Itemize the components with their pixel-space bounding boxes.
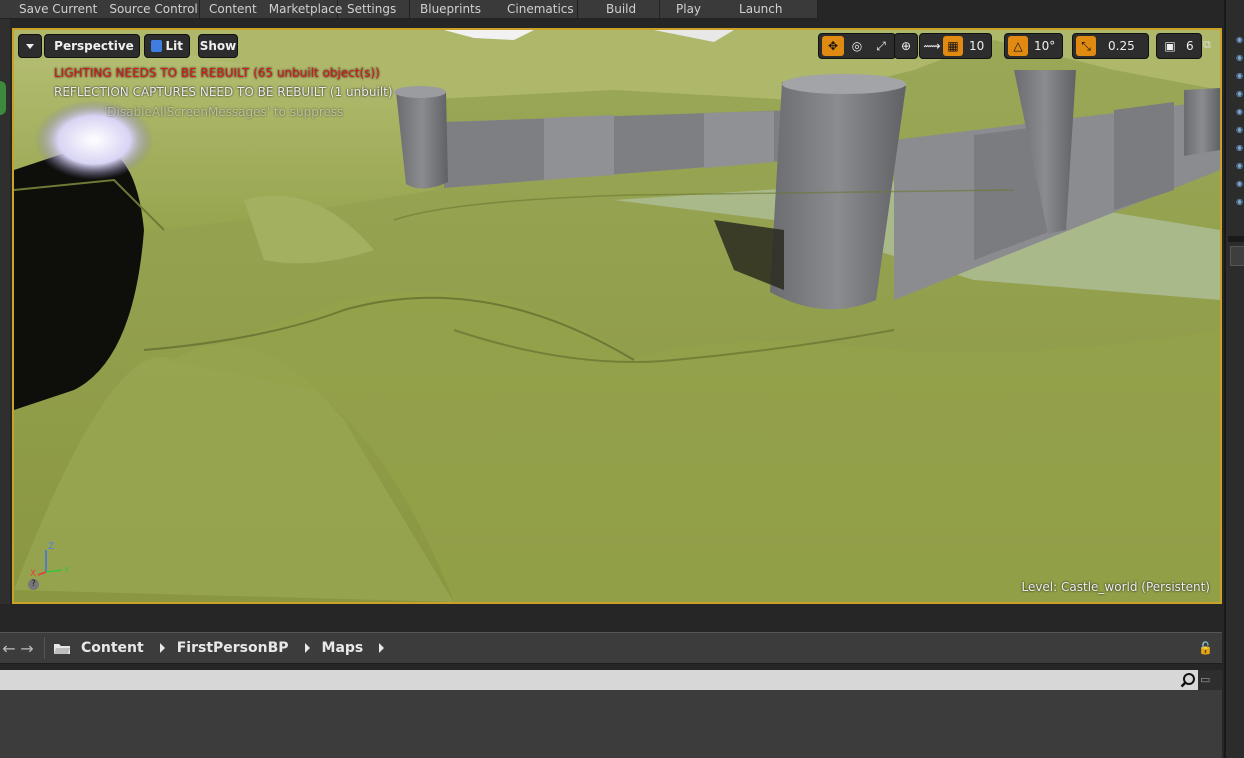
maximize-viewport-icon[interactable]: ⧉ <box>1203 39 1215 51</box>
scale-snap-icon[interactable]: ⤡ <box>1076 36 1096 56</box>
asset-search-row: ▭ <box>0 670 1222 690</box>
breadcrumb-item[interactable]: FirstPersonBP <box>177 640 289 656</box>
breadcrumb-item[interactable]: Content <box>81 640 144 656</box>
marketplace-button[interactable]: Marketplace <box>263 1 349 17</box>
build-button[interactable]: Build <box>600 1 642 17</box>
folder-icon <box>54 643 70 654</box>
settings-button[interactable]: Settings <box>341 1 402 17</box>
main-toolbar: Save Current Source Control Content Mark… <box>0 0 818 19</box>
toolbar-group-bp: Blueprints Cinematics <box>410 0 578 18</box>
visibility-eye-icon[interactable]: ◉ <box>1236 162 1244 170</box>
details-scrollbar[interactable] <box>1230 246 1244 266</box>
toolbar-group-content: Content Marketplace <box>200 0 342 18</box>
world-outliner-edge: ◉ ◉ ◉ ◉ ◉ ◉ ◉ ◉ ◉ ◉ <box>1224 0 1244 758</box>
launch-button[interactable]: Launch <box>733 1 788 17</box>
play-button[interactable]: Play <box>670 1 707 17</box>
coordinate-system-toggle: ⊕ <box>894 33 918 59</box>
save-search-icon[interactable]: ▭ <box>1200 673 1214 687</box>
visibility-eye-icon[interactable]: ◉ <box>1236 36 1244 44</box>
grid-snap-value[interactable]: 10 <box>965 39 988 53</box>
visibility-eye-icon[interactable]: ◉ <box>1236 54 1244 62</box>
level-viewport[interactable]: Perspective Lit Show ✥ ◎ ⤢ ⊕ ⟿ ▦ 10 △ 10… <box>12 28 1222 604</box>
rotate-tool-icon[interactable]: ◎ <box>846 36 868 56</box>
unreal-editor-window: Save Current Source Control Content Mark… <box>0 0 1244 758</box>
grid-snap-icon[interactable]: ▦ <box>943 36 963 56</box>
blueprints-button[interactable]: Blueprints <box>414 1 487 17</box>
level-label: Level: Castle_world (Persistent) <box>1021 580 1210 594</box>
lighting-warning: LIGHTING NEEDS TO BE REBUILT (65 unbuilt… <box>54 66 380 80</box>
transform-tools: ✥ ◎ ⤢ <box>818 33 896 59</box>
content-browser-path-bar: ← → Content FirstPersonBP Maps 🔓 <box>0 632 1222 664</box>
axis-y-label: Y <box>63 566 70 576</box>
reflection-warning: REFLECTION CAPTURES NEED TO BE REBUILT (… <box>54 85 393 99</box>
toolbar-group-build: Build <box>578 0 660 18</box>
translate-tool-icon[interactable]: ✥ <box>822 36 844 56</box>
save-current-button[interactable]: Save Current <box>13 1 103 17</box>
axis-z-label: Z <box>48 542 54 552</box>
visibility-eye-icon[interactable]: ◉ <box>1236 180 1244 188</box>
visibility-eye-icon[interactable]: ◉ <box>1236 108 1244 116</box>
visibility-eye-icon[interactable]: ◉ <box>1236 126 1244 134</box>
lock-icon[interactable]: 🔓 <box>1198 641 1213 655</box>
breadcrumb-arrow-icon[interactable] <box>304 643 310 653</box>
left-panel-edge <box>0 19 10 605</box>
scale-tool-icon[interactable]: ⤢ <box>870 36 892 56</box>
show-label: Show <box>199 39 237 53</box>
asset-view[interactable] <box>0 690 1222 758</box>
breadcrumb-item[interactable]: Maps <box>322 640 364 656</box>
axis-x-label: X <box>30 569 36 579</box>
toolbar-group-file: Save Current Source Control <box>0 0 200 18</box>
axis-gizmo: Z X Y <box>30 542 70 579</box>
toolbar-group-play: Play Launch <box>660 0 818 18</box>
separator <box>44 637 45 659</box>
rotation-snap-group: △ 10° <box>1004 33 1064 59</box>
panel-splitter[interactable] <box>0 604 1224 632</box>
source-control-button[interactable]: Source Control <box>103 1 203 17</box>
breadcrumb-arrow-icon[interactable] <box>159 643 165 653</box>
camera-icon[interactable]: ▣ <box>1160 36 1180 56</box>
lighting-mode-label: Lit <box>165 39 184 53</box>
breadcrumb-arrow-icon[interactable] <box>379 643 385 653</box>
rotation-snap-icon[interactable]: △ <box>1008 36 1028 56</box>
viewport-options-button[interactable] <box>18 34 42 58</box>
help-icon[interactable]: ? <box>28 579 39 590</box>
back-arrow-icon[interactable]: ← <box>0 639 18 658</box>
modes-tab-indicator[interactable] <box>0 81 6 115</box>
rotation-snap-value[interactable]: 10° <box>1030 39 1059 53</box>
visibility-eye-icon[interactable]: ◉ <box>1236 198 1244 206</box>
scale-snap-group: ⤡ 0.25 <box>1072 33 1149 59</box>
suppress-hint: 'DisableAllScreenMessages' to suppress <box>104 105 344 119</box>
cinematics-button[interactable]: Cinematics <box>501 1 580 17</box>
surface-snap-icon[interactable]: ⟿ <box>923 36 941 56</box>
lit-cube-icon <box>151 40 162 52</box>
camera-speed-value[interactable]: 6 <box>1182 39 1198 53</box>
content-button[interactable]: Content <box>203 1 263 17</box>
scale-snap-value[interactable]: 0.25 <box>1098 39 1145 53</box>
perspective-icon <box>48 42 52 50</box>
visibility-eye-icon[interactable]: ◉ <box>1236 72 1244 80</box>
view-mode-label: Perspective <box>54 39 134 53</box>
world-globe-icon[interactable]: ⊕ <box>898 36 914 56</box>
panel-divider[interactable] <box>1228 236 1244 242</box>
view-mode-button[interactable]: Perspective <box>44 34 140 58</box>
asset-search-input[interactable] <box>0 670 1198 690</box>
grid-snap-group: ⟿ ▦ 10 <box>919 33 993 59</box>
chevron-down-icon <box>26 43 34 49</box>
lighting-mode-button[interactable]: Lit <box>144 34 190 58</box>
toolbar-group-settings: Settings <box>338 0 410 18</box>
search-icon[interactable] <box>1180 672 1196 688</box>
visibility-eye-icon[interactable]: ◉ <box>1236 144 1244 152</box>
show-flags-button[interactable]: Show <box>198 34 238 58</box>
forward-arrow-icon[interactable]: → <box>18 639 36 658</box>
visibility-eye-icon[interactable]: ◉ <box>1236 90 1244 98</box>
camera-speed-group: ▣ 6 <box>1156 33 1202 59</box>
